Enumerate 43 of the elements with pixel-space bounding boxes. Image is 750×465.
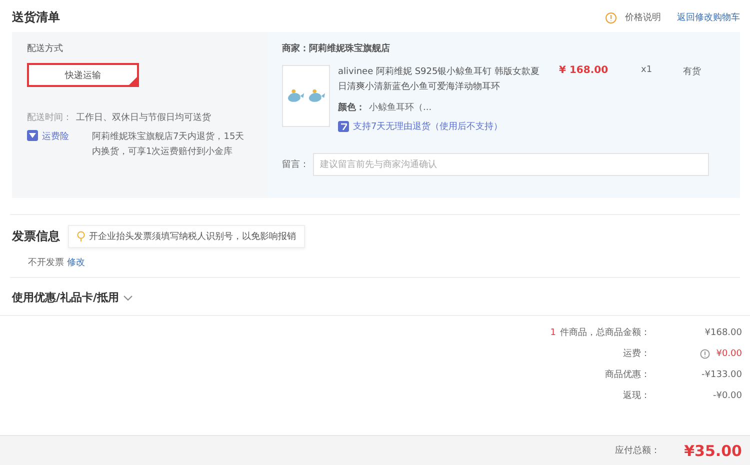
product-price: ¥ 168.00 bbox=[558, 65, 610, 76]
summary-label: 件商品，总商品金额： bbox=[560, 326, 650, 339]
edit-invoice-link[interactable]: 修改 bbox=[67, 256, 85, 269]
invoice-tip: 开企业抬头发票须填写纳税人识别号，以免影响报销 bbox=[68, 225, 305, 248]
header-link[interactable]: 价格说明 bbox=[605, 11, 661, 24]
insurance-text: 阿莉维妮珠宝旗舰店7天内退货，15天内换货，可享1次运费赔付到小金库 bbox=[92, 130, 246, 159]
note-label: 留言： bbox=[282, 158, 309, 171]
return-badge-icon bbox=[338, 121, 349, 132]
summary-label: 返现： bbox=[623, 390, 650, 402]
stock-status: 有货 bbox=[683, 66, 701, 78]
selected-corner-icon bbox=[129, 77, 137, 85]
delivery-time-label: 配送时间： bbox=[27, 112, 72, 124]
invoice-value: 不开发票 bbox=[28, 256, 64, 269]
delivery-time: 工作日、双休日与节假日均可送货 bbox=[76, 112, 211, 124]
item-count: 1 bbox=[550, 328, 556, 338]
product-title: alivinee 阿莉维妮 S925银小鲸鱼耳钉 韩版女款夏日清爽小清新蓝色小鱼可爱海洋动物耳环 bbox=[338, 66, 541, 94]
whale-earrings-drawing bbox=[286, 88, 326, 104]
section-title: 送货清单 bbox=[12, 9, 60, 26]
shipping-label: 配送方式 bbox=[27, 42, 64, 55]
info-icon bbox=[700, 348, 710, 358]
lightbulb-icon bbox=[77, 231, 85, 242]
total-amount: ¥35.00 bbox=[684, 442, 742, 460]
summary-value: ¥0.00 bbox=[650, 348, 742, 358]
chevron-icon bbox=[123, 294, 134, 300]
summary-value: ¥168.00 bbox=[704, 328, 742, 338]
product-quantity: x1 bbox=[641, 65, 654, 75]
summary-label: 运费： bbox=[623, 348, 650, 360]
color-label: 颜色： bbox=[338, 101, 365, 114]
shield-icon bbox=[27, 130, 38, 141]
insurance-link[interactable]: 运费险 bbox=[42, 130, 88, 143]
header-link[interactable]: 返回修改购物车 bbox=[677, 11, 740, 24]
summary-value: -¥133.00 bbox=[700, 370, 742, 380]
color-value: 小鲸鱼耳环（... bbox=[369, 102, 432, 114]
invoice-title: 发票信息 bbox=[12, 228, 60, 245]
summary-value: -¥0.00 bbox=[712, 390, 742, 400]
store-name: 商家：阿莉维妮珠宝旗舰店 bbox=[282, 42, 391, 55]
return-policy: 支持7天无理由退货（使用后不支持） bbox=[353, 120, 503, 133]
shipping-method-option[interactable]: 快递运输 bbox=[27, 63, 139, 87]
summary-label: 商品优惠： bbox=[605, 368, 650, 381]
info-icon bbox=[605, 12, 617, 24]
total-label: 应付总额： bbox=[615, 444, 660, 457]
note-field[interactable]: 建议留言前先与商家沟通确认 bbox=[313, 153, 709, 176]
coupon-toggle[interactable]: 使用优惠/礼品卡/抵用 bbox=[12, 290, 134, 305]
